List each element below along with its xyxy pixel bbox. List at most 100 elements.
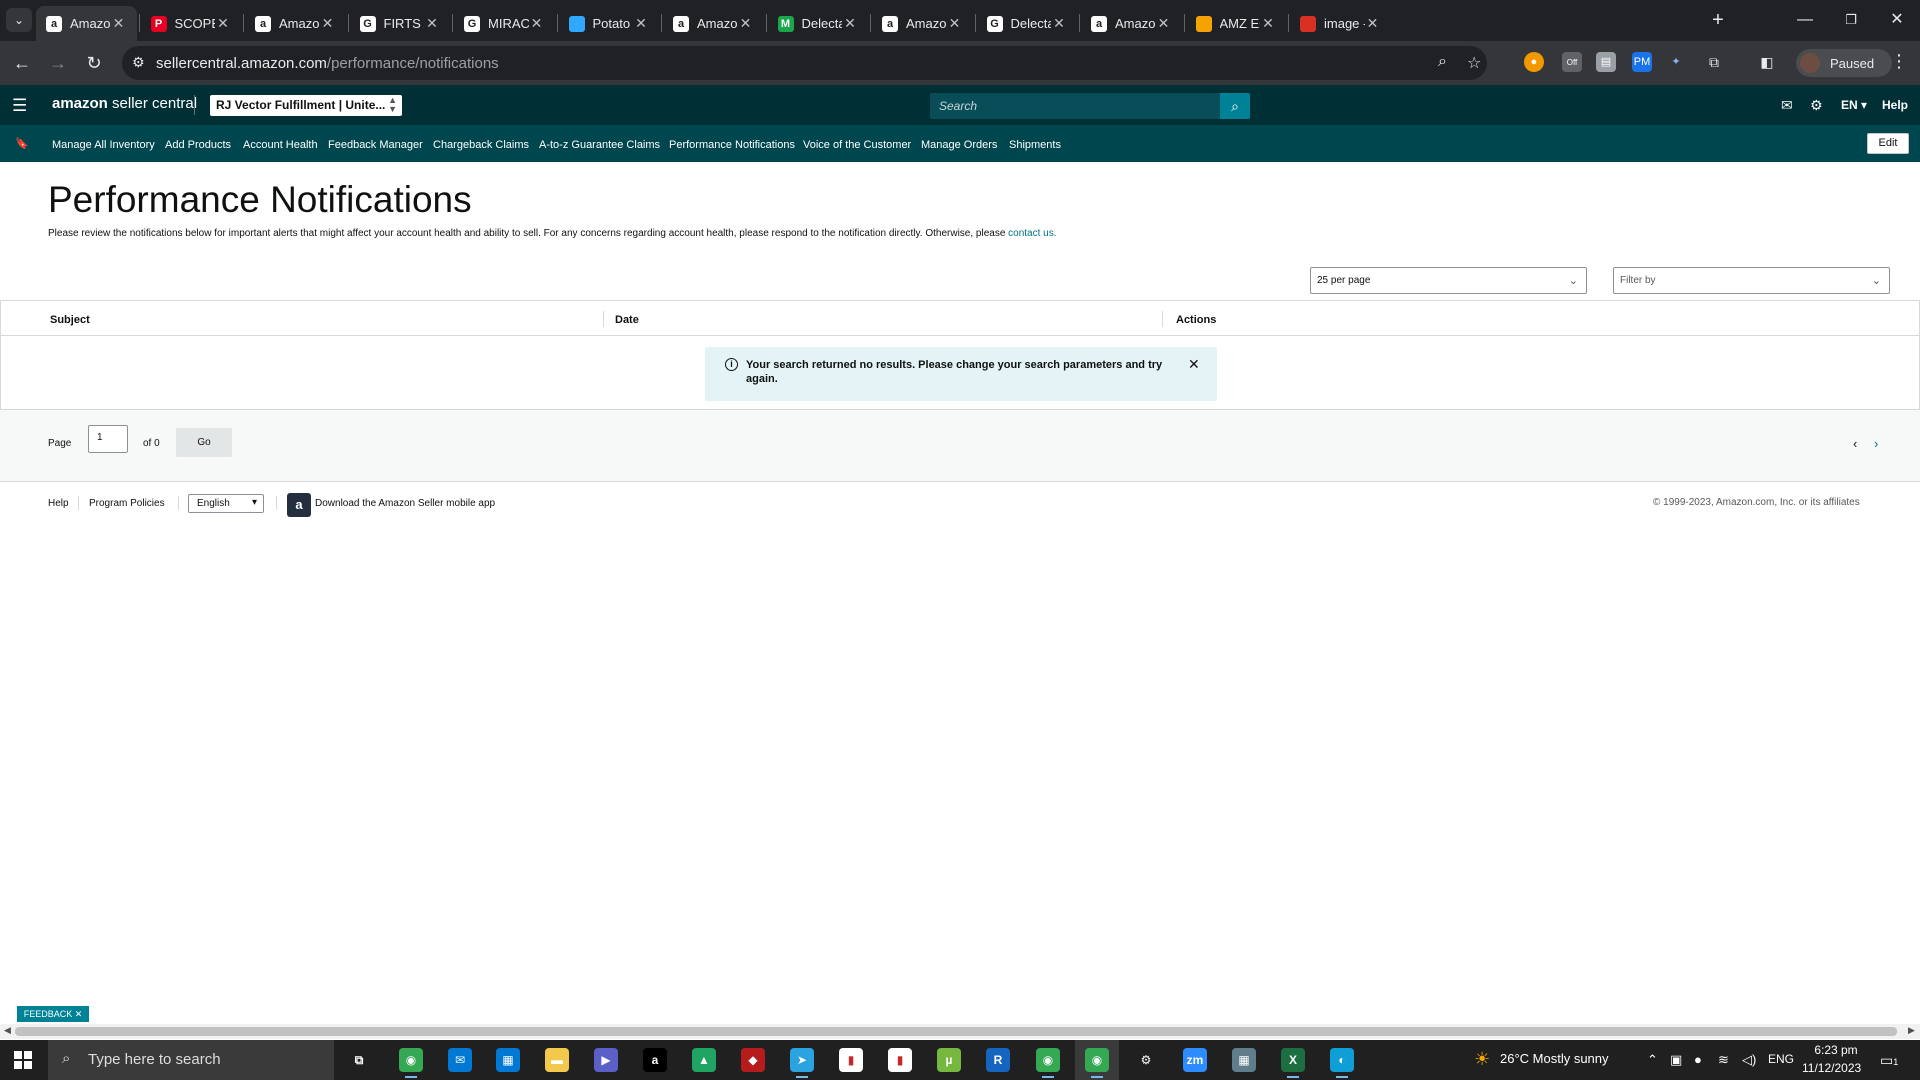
bookmark-link[interactable]: Chargeback Claims [433,139,529,151]
address-bar[interactable]: ⚙ sellercentral.amazon.com/performance/n… [122,46,1487,80]
amazon-app-icon[interactable]: a [643,1048,667,1072]
app-chart-icon[interactable]: ▮ [888,1048,912,1072]
side-panel-icon[interactable]: ◧ [1757,52,1777,72]
extension-pm-icon[interactable]: PM [1632,52,1652,72]
chrome-icon[interactable]: ◉ [1085,1048,1109,1078]
go-button[interactable]: Go [176,428,232,457]
page-number-input[interactable]: 1 [88,425,128,453]
close-tab-icon[interactable]: ✕ [738,15,754,32]
bookmark-link[interactable]: Manage All Inventory [52,139,155,151]
volume-icon[interactable]: ◁) [1742,1052,1756,1068]
extensions-puzzle-icon[interactable]: ⧉ [1704,52,1724,72]
column-header-date[interactable]: Date [615,314,639,326]
search-button[interactable]: ⌕ [1220,93,1250,119]
browser-tab[interactable]: Potato and✕ [559,6,660,41]
zoom-icon[interactable]: ⌕ [1438,53,1447,71]
bookmark-link[interactable]: Feedback Manager [328,139,423,151]
close-tab-icon[interactable]: ✕ [1051,15,1067,32]
column-header-subject[interactable]: Subject [50,314,90,326]
meet-now-icon[interactable]: ▣ [1670,1052,1682,1068]
chrome-icon[interactable]: ◉ [1036,1048,1060,1078]
browser-tab[interactable]: a Amazon.cc✕ [245,6,346,41]
chrome-icon[interactable]: ◉ [399,1048,423,1078]
mail-app-icon[interactable]: ✉ [448,1048,472,1072]
back-button[interactable]: ← [8,49,36,77]
new-tab-button[interactable]: + [1704,8,1732,34]
minimize-button[interactable]: — [1782,0,1828,41]
previous-page-icon[interactable]: ‹ [1853,436,1857,451]
bookmark-icon[interactable]: 🔖 [15,137,29,150]
tab-search-button[interactable]: ⌄ [6,8,32,32]
forward-button[interactable]: → [44,49,72,77]
seller-app-icon[interactable]: a [287,493,311,517]
calculator-icon[interactable]: ▦ [1232,1048,1256,1072]
zoom-app-icon[interactable]: zm [1183,1048,1207,1072]
settings-gear-icon[interactable]: ⚙ [1810,97,1823,114]
program-policies-link[interactable]: Program Policies [89,498,165,509]
scroll-left-icon[interactable]: ◀ [4,1025,11,1036]
feedback-tab[interactable]: FEEDBACK ✕ [17,1006,89,1022]
browser-tab[interactable]: M Delectable✕ [768,6,869,41]
footer-language-select[interactable]: English ▾ [188,494,264,513]
taskbar-search-box[interactable]: ⌕ Type here to search [48,1040,334,1080]
close-tab-icon[interactable]: ✕ [633,15,649,32]
browser-menu-icon[interactable]: ⋮ [1890,51,1908,72]
close-tab-icon[interactable]: ✕ [1365,15,1381,32]
edge-icon[interactable]: ◐ [1330,1048,1354,1078]
filter-dropdown[interactable]: Filter by ⌄ [1613,267,1890,294]
hamburger-menu-icon[interactable]: ☰ [12,96,27,116]
site-info-icon[interactable]: ⚙ [132,54,145,71]
browser-tab[interactable]: a Amazon✕ [36,6,137,41]
extension-circle-icon[interactable]: ● [1524,52,1544,72]
browser-tab[interactable]: a Amazon.cc✕ [1081,6,1182,41]
extension-off-icon[interactable]: Off [1562,52,1582,72]
browser-tab[interactable]: P SCOPE OU✕ [141,6,242,41]
close-alert-icon[interactable]: ✕ [1188,356,1200,373]
show-hidden-icons-icon[interactable]: ⌃ [1647,1052,1658,1068]
bookmark-link[interactable]: Performance Notifications [669,139,795,151]
close-tab-icon[interactable]: ✕ [320,15,336,32]
weather-text[interactable]: 26°C Mostly sunny [1500,1051,1609,1066]
language-selector[interactable]: EN ▾ [1841,98,1867,112]
utorrent-icon[interactable]: µ [937,1048,961,1072]
restore-button[interactable]: ❐ [1828,0,1874,41]
bookmark-link[interactable]: Shipments [1009,139,1061,151]
browser-tab[interactable]: AMZ EOD✕ [1186,6,1287,41]
app-chart-icon[interactable]: ▮ [839,1048,863,1072]
per-page-dropdown[interactable]: 25 per page ⌄ [1310,267,1587,294]
browser-tab[interactable]: a Amazon.cc✕ [872,6,973,41]
telegram-icon[interactable]: ➤ [790,1048,814,1078]
help-link[interactable]: Help [1882,98,1908,112]
video-editor-icon[interactable]: ▶ [594,1048,618,1072]
footer-help-link[interactable]: Help [48,498,69,509]
bookmark-link[interactable]: Voice of the Customer [803,139,911,151]
clock-time[interactable]: 6:23 pm [1808,1043,1864,1057]
close-tab-icon[interactable]: ✕ [424,15,440,32]
windows-start-icon[interactable] [14,1051,32,1069]
browser-tab[interactable]: G FIRTS AID✕ [350,6,451,41]
bookmark-link[interactable]: Account Health [243,139,318,151]
close-tab-icon[interactable]: ✕ [1260,15,1276,32]
google-drive-icon[interactable]: ▲ [692,1048,716,1072]
edit-bookmarks-button[interactable]: Edit [1867,133,1909,154]
extension-sparkle-icon[interactable]: ✦ [1666,52,1686,72]
reload-button[interactable]: ↻ [80,49,108,77]
app-r-icon[interactable]: R [986,1048,1010,1072]
contact-us-link[interactable]: contact us. [1008,228,1056,239]
next-page-icon[interactable]: › [1874,436,1878,451]
bookmark-link[interactable]: Manage Orders [921,139,997,151]
task-view-icon[interactable]: ⧉ [347,1048,371,1072]
close-tab-icon[interactable]: ✕ [1156,15,1172,32]
mail-icon[interactable]: ✉ [1781,97,1793,114]
download-app-link[interactable]: Download the Amazon Seller mobile app [315,498,495,509]
wifi-icon[interactable]: ≋ [1718,1052,1729,1068]
settings-icon[interactable]: ⚙ [1134,1048,1158,1072]
close-tab-icon[interactable]: ✕ [529,15,545,32]
account-selector[interactable]: RJ Vector Fulfillment | Unite... ▲ ▼ [210,95,402,116]
profile-button[interactable]: Paused [1796,49,1892,77]
microphone-icon[interactable]: ● [1694,1052,1702,1067]
close-tab-icon[interactable]: ✕ [842,15,858,32]
close-window-button[interactable]: ✕ [1874,0,1920,41]
notifications-icon[interactable]: ▭1 [1880,1052,1898,1069]
seller-central-logo[interactable]: amazon seller central [52,95,197,112]
